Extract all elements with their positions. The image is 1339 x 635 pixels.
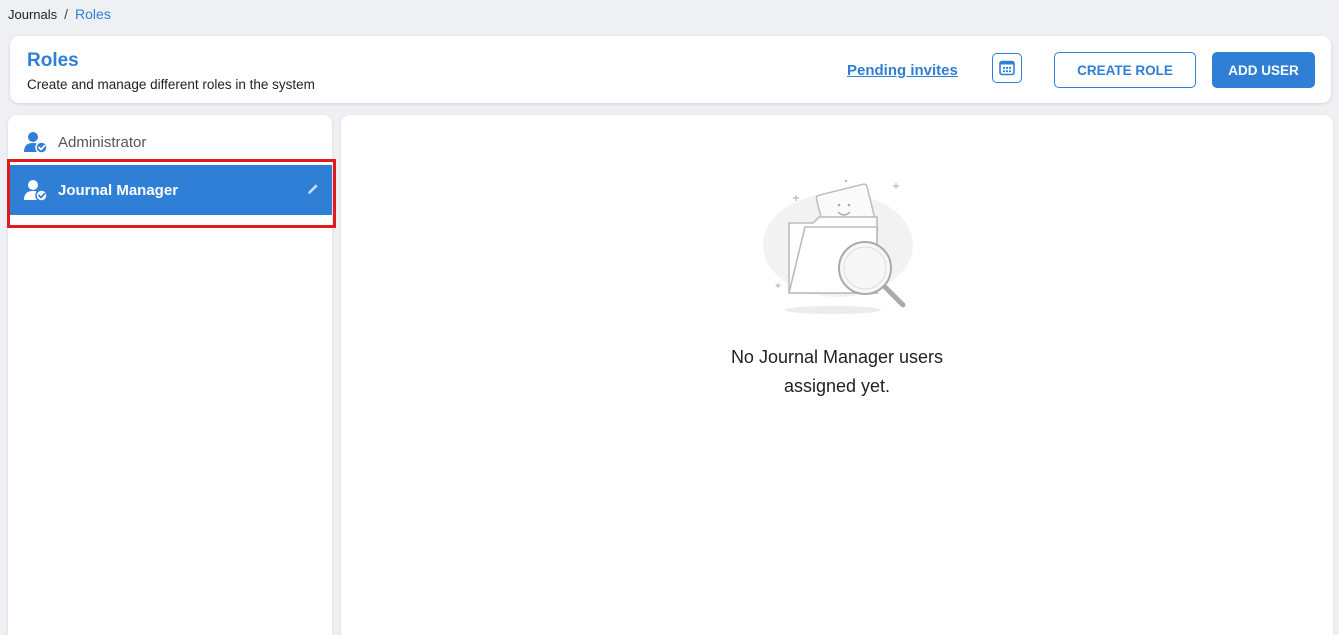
- page-header: Roles Create and manage different roles …: [10, 36, 1331, 103]
- role-users-panel: No Journal Manager users assigned yet.: [341, 115, 1333, 635]
- role-item-administrator[interactable]: Administrator: [8, 117, 332, 167]
- empty-folder-search-illustration: [763, 179, 913, 314]
- empty-state-message: No Journal Manager users assigned yet.: [341, 343, 1333, 401]
- calendar-grid-icon: [999, 60, 1015, 76]
- calendar-button[interactable]: [992, 53, 1022, 83]
- breadcrumb: Journals / Roles: [8, 4, 111, 24]
- user-check-icon: [24, 180, 48, 202]
- role-label: Administrator: [58, 133, 147, 151]
- pencil-icon[interactable]: [306, 182, 320, 196]
- page-subtitle: Create and manage different roles in the…: [27, 77, 315, 92]
- breadcrumb-current: Roles: [75, 6, 111, 22]
- role-label: Journal Manager: [58, 181, 179, 199]
- roles-sidebar: Administrator Journal Manager: [8, 115, 332, 635]
- empty-state-line-1: No Journal Manager users: [730, 347, 944, 367]
- user-check-icon: [24, 132, 48, 154]
- create-role-button[interactable]: CREATE ROLE: [1054, 52, 1196, 88]
- breadcrumb-separator: /: [64, 6, 69, 22]
- add-user-button[interactable]: ADD USER: [1212, 52, 1315, 88]
- role-item-journal-manager[interactable]: Journal Manager: [8, 165, 332, 215]
- page-title: Roles: [27, 50, 79, 71]
- breadcrumb-journals-link[interactable]: Journals: [8, 7, 57, 22]
- empty-state-line-2: assigned yet.: [783, 376, 891, 396]
- pending-invites-link[interactable]: Pending invites: [847, 62, 958, 79]
